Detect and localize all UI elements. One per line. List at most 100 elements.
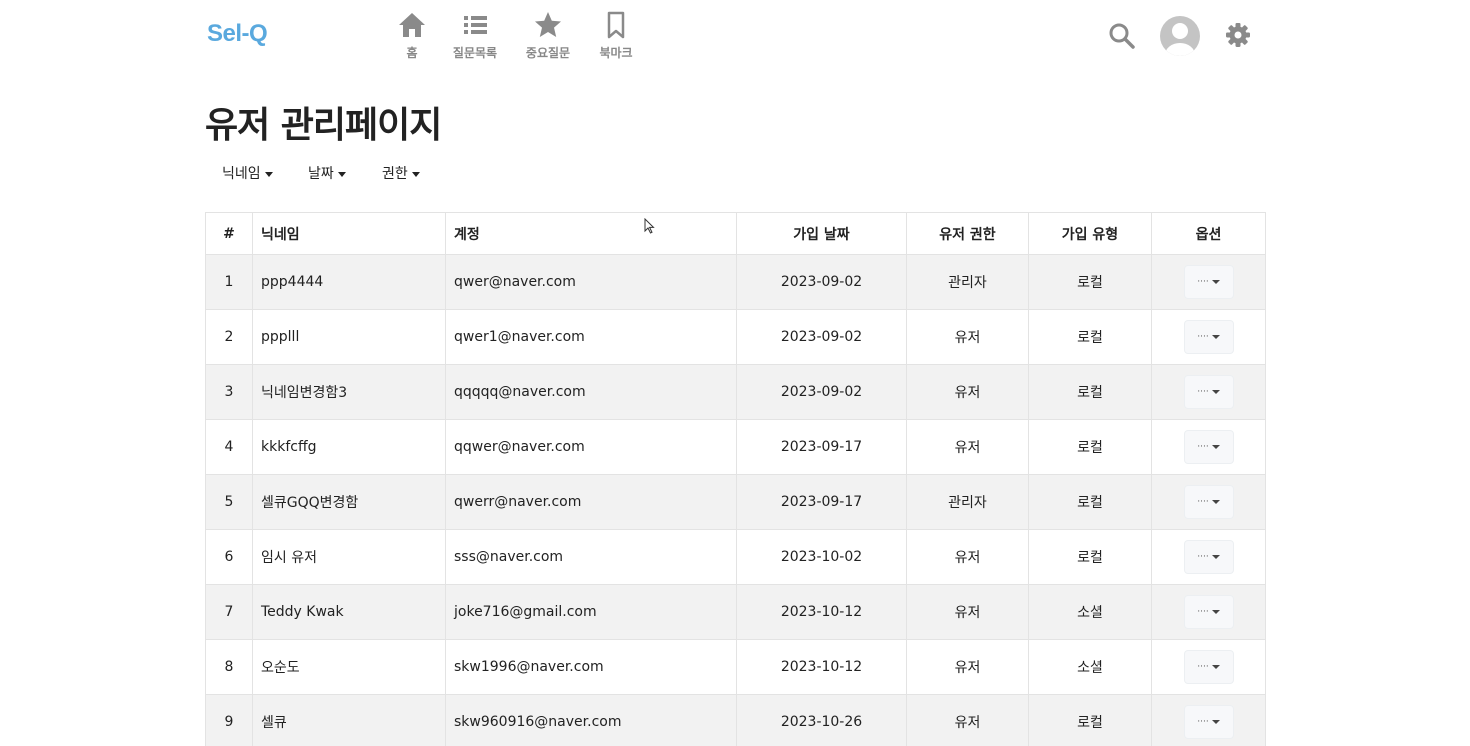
- cell-joined: 2023-10-26: [736, 694, 907, 746]
- cell-type: 로컬: [1028, 254, 1152, 310]
- table-row: 8 오순도 skw1996@naver.com 2023-10-12 유저 소셜 ····: [205, 639, 1266, 695]
- cell-account: qwer@naver.com: [445, 254, 737, 310]
- cell-nickname: 임시 유저: [252, 529, 446, 585]
- cell-role: 유저: [906, 309, 1029, 365]
- filter-role-dropdown[interactable]: 권한: [382, 163, 420, 183]
- cell-role: 유저: [906, 584, 1029, 640]
- cell-nickname: kkkfcffg: [252, 419, 446, 475]
- cell-nickname: 셀큐GQQ변경함: [252, 474, 446, 530]
- cell-nickname: Teddy Kwak: [252, 584, 446, 640]
- caret-down-icon: [1211, 554, 1220, 559]
- header-type: 가입 유형: [1028, 212, 1152, 255]
- header-options: 옵션: [1151, 212, 1266, 255]
- star-icon: [535, 12, 561, 37]
- cell-no: 3: [205, 364, 253, 420]
- row-options-button[interactable]: ····: [1183, 485, 1234, 519]
- cell-nickname: 오순도: [252, 639, 446, 695]
- table-row: 4 kkkfcffg qqwer@naver.com 2023-09-17 유저 로컬 ··…: [205, 419, 1266, 475]
- cell-account: skw960916@naver.com: [445, 694, 737, 746]
- home-icon: [399, 13, 425, 37]
- cell-no: 8: [205, 639, 253, 695]
- cell-no: 2: [205, 309, 253, 365]
- options-label: ····: [1197, 717, 1209, 727]
- cell-type: 로컬: [1028, 309, 1152, 365]
- filter-role-label: 권한: [382, 166, 408, 182]
- cell-account: skw1996@naver.com: [445, 639, 737, 695]
- caret-down-icon: [1211, 444, 1220, 449]
- cell-nickname: 셀큐: [252, 694, 446, 746]
- mouse-cursor-icon: [644, 218, 655, 234]
- filter-date-label: 날짜: [308, 166, 334, 182]
- nav-question-list-label: 질문목록: [452, 46, 498, 60]
- cell-role: 유저: [906, 364, 1029, 420]
- cell-joined: 2023-10-12: [736, 639, 907, 695]
- cell-options: ····: [1151, 254, 1266, 310]
- options-label: ····: [1197, 332, 1209, 342]
- cell-account: qwer1@naver.com: [445, 309, 737, 365]
- table-row: 1 ppp4444 qwer@naver.com 2023-09-02 관리자 로컬 ···…: [205, 254, 1266, 310]
- row-options-button[interactable]: ····: [1183, 265, 1234, 299]
- caret-down-icon: [337, 171, 346, 177]
- options-label: ····: [1197, 387, 1209, 397]
- cell-no: 4: [205, 419, 253, 475]
- table-row: 7 Teddy Kwak joke716@gmail.com 2023-10-12 유저…: [205, 584, 1266, 640]
- cell-nickname: ppp4444: [252, 254, 446, 310]
- cell-role: 관리자: [906, 474, 1029, 530]
- nav-bookmark[interactable]: 북마크: [581, 10, 651, 61]
- cell-role: 유저: [906, 529, 1029, 585]
- header-joined: 가입 날짜: [736, 212, 907, 255]
- gear-icon[interactable]: [1225, 22, 1251, 48]
- search-icon[interactable]: [1108, 22, 1136, 50]
- caret-down-icon: [1211, 334, 1220, 339]
- cell-nickname: 닉네임변경함3: [252, 364, 446, 420]
- row-options-button[interactable]: ····: [1183, 540, 1234, 574]
- nav-home[interactable]: 홈: [377, 10, 447, 61]
- cell-options: ····: [1151, 584, 1266, 640]
- options-label: ····: [1197, 277, 1209, 287]
- header-no: #: [205, 212, 253, 255]
- cell-options: ····: [1151, 694, 1266, 746]
- cell-no: 7: [205, 584, 253, 640]
- row-options-button[interactable]: ····: [1183, 705, 1234, 739]
- header-account: 계정: [445, 212, 737, 255]
- filter-nickname-dropdown[interactable]: 닉네임: [222, 163, 273, 183]
- cell-no: 5: [205, 474, 253, 530]
- cell-type: 로컬: [1028, 529, 1152, 585]
- cell-role: 유저: [906, 419, 1029, 475]
- caret-down-icon: [1211, 719, 1220, 724]
- table-row: 2 ppplll qwer1@naver.com 2023-09-02 유저 로컬 ····: [205, 309, 1266, 365]
- options-label: ····: [1197, 607, 1209, 617]
- cell-no: 9: [205, 694, 253, 746]
- caret-down-icon: [1211, 664, 1220, 669]
- options-label: ····: [1197, 497, 1209, 507]
- cell-options: ····: [1151, 419, 1266, 475]
- caret-down-icon: [411, 171, 420, 177]
- table-header-row: # 닉네임 계정 가입 날짜 유저 권한 가입 유형 옵션: [205, 212, 1266, 255]
- cell-no: 1: [205, 254, 253, 310]
- list-icon: [464, 16, 487, 34]
- cell-account: qqwer@naver.com: [445, 419, 737, 475]
- cell-account: qwerr@naver.com: [445, 474, 737, 530]
- filter-date-dropdown[interactable]: 날짜: [308, 163, 346, 183]
- nav-question-list[interactable]: 질문목록: [440, 10, 510, 61]
- cell-joined: 2023-09-02: [736, 309, 907, 365]
- logo[interactable]: Sel-Q: [207, 20, 268, 48]
- cell-type: 소셜: [1028, 639, 1152, 695]
- cell-type: 로컬: [1028, 364, 1152, 420]
- avatar-icon[interactable]: [1159, 15, 1201, 57]
- caret-down-icon: [1211, 609, 1220, 614]
- cell-role: 유저: [906, 694, 1029, 746]
- nav-important[interactable]: 중요질문: [513, 10, 583, 61]
- row-options-button[interactable]: ····: [1183, 375, 1234, 409]
- row-options-button[interactable]: ····: [1183, 430, 1234, 464]
- filter-nickname-label: 닉네임: [222, 166, 261, 182]
- top-navbar: Sel-Q 홈 질문목록 중요질문 북마크: [0, 0, 1470, 80]
- row-options-button[interactable]: ····: [1183, 320, 1234, 354]
- row-options-button[interactable]: ····: [1183, 650, 1234, 684]
- cell-joined: 2023-09-02: [736, 254, 907, 310]
- header-role: 유저 권한: [906, 212, 1029, 255]
- bookmark-icon: [607, 11, 625, 39]
- cell-options: ····: [1151, 639, 1266, 695]
- cell-joined: 2023-10-02: [736, 529, 907, 585]
- row-options-button[interactable]: ····: [1183, 595, 1234, 629]
